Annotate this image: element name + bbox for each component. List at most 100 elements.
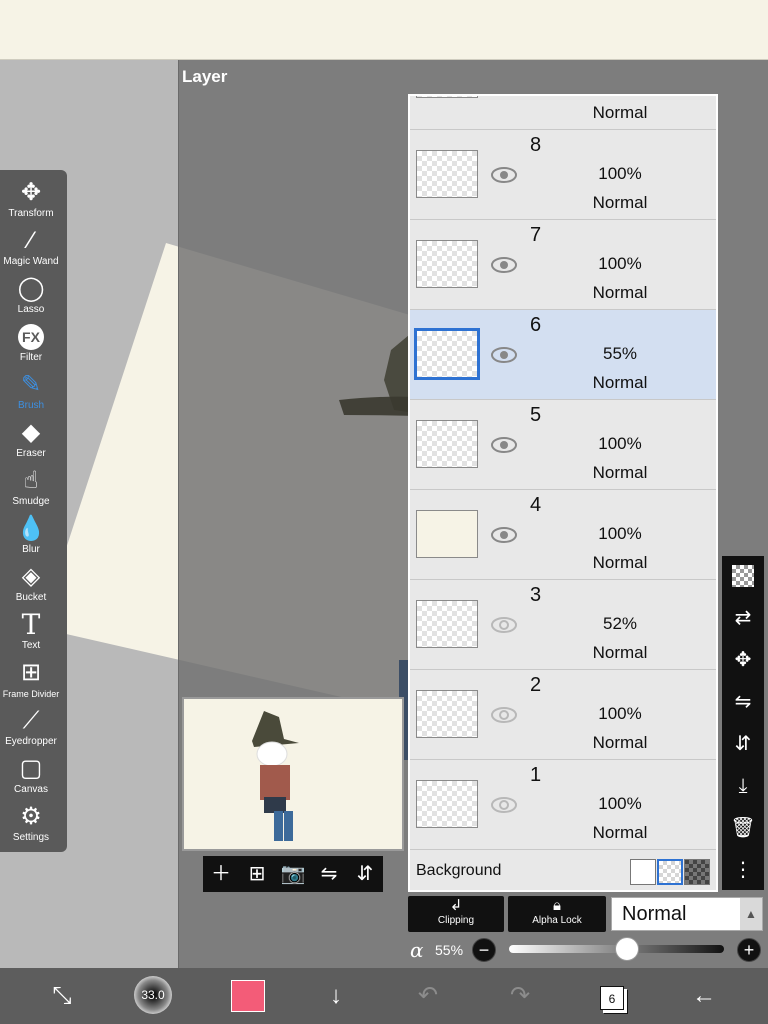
- panel-title: Layer: [182, 67, 228, 86]
- layer-thumbnail: [416, 240, 478, 288]
- layer-mode: Normal: [592, 193, 648, 212]
- tool-settings[interactable]: ⚙ Settings: [0, 802, 62, 850]
- back-arrow-icon[interactable]: ←: [684, 976, 724, 1016]
- move-icon[interactable]: ✥: [722, 640, 764, 680]
- smudge-icon: ☝: [23, 467, 39, 494]
- magic-wand-icon: ⁄: [28, 227, 33, 254]
- flip-vertical-icon[interactable]: ⇵: [722, 724, 764, 764]
- layer-row-8[interactable]: 8 100% Normal: [410, 130, 716, 220]
- flip-horizontal-icon[interactable]: ⇋: [722, 682, 764, 722]
- eye-hidden-icon[interactable]: [490, 703, 518, 727]
- eye-hidden-icon[interactable]: [490, 613, 518, 637]
- swap-layers-icon[interactable]: ⇄: [722, 598, 764, 638]
- merge-down-icon[interactable]: ⤓: [722, 766, 764, 806]
- undo-icon[interactable]: ↶: [408, 976, 448, 1016]
- background-label: Background: [416, 862, 502, 879]
- tool-transform[interactable]: ✥ Transform: [0, 178, 62, 226]
- add-layer-button[interactable]: ＋: [203, 856, 239, 892]
- eye-hidden-icon[interactable]: [490, 793, 518, 817]
- layer-opacity: 100%: [598, 254, 642, 273]
- opacity-decrease-button[interactable]: −: [472, 938, 496, 962]
- layer-mode: Normal: [592, 463, 648, 482]
- flip-vertical-icon[interactable]: ⇵: [347, 856, 383, 892]
- preview-artwork: [252, 711, 299, 841]
- layer-row-1[interactable]: 1 100% Normal: [410, 760, 716, 850]
- layer-row-3[interactable]: 3 52% Normal: [410, 580, 716, 670]
- tool-smudge[interactable]: ☝ Smudge: [0, 466, 62, 514]
- move-icon: ✥: [20, 179, 42, 206]
- tool-label: Eyedropper: [5, 736, 57, 747]
- layer-number: 7: [530, 224, 542, 246]
- blend-mode-select[interactable]: Normal ▲: [611, 897, 763, 931]
- layer-row-6[interactable]: 6 55% Normal: [410, 310, 716, 400]
- eye-icon[interactable]: [490, 523, 518, 547]
- eye-icon[interactable]: [490, 343, 518, 367]
- alpha-lock-button[interactable]: 🔒︎ Alpha Lock: [508, 896, 606, 932]
- tool-bucket[interactable]: ◈ Bucket: [0, 562, 62, 610]
- eye-icon[interactable]: [490, 433, 518, 457]
- opacity-increase-button[interactable]: +: [737, 938, 761, 962]
- tool-canvas[interactable]: ▢ Canvas: [0, 754, 62, 802]
- eye-icon[interactable]: [490, 163, 518, 187]
- drop-icon: 💧: [16, 515, 46, 542]
- color-swatch-button[interactable]: [228, 976, 268, 1016]
- checker-icon[interactable]: [722, 556, 764, 596]
- layer-actions-toolbar: ⇄ ✥ ⇋ ⇵ ⤓ 🗑︎ ⋮: [722, 556, 764, 890]
- background-transparent-swatch[interactable]: [657, 859, 683, 885]
- tool-label: Canvas: [14, 784, 48, 795]
- tool-label: Blur: [22, 544, 40, 555]
- layer-mode: Normal: [592, 643, 648, 662]
- layer-count-badge: 6: [600, 986, 624, 1010]
- layer-row-2[interactable]: 2 100% Normal: [410, 670, 716, 760]
- layers-button[interactable]: 6: [592, 976, 632, 1016]
- tool-label: Smudge: [12, 496, 50, 507]
- clipping-button[interactable]: ↲ Clipping: [408, 896, 504, 932]
- layer-row-5[interactable]: 5 100% Normal: [410, 400, 716, 490]
- canvas-icon: ▢: [19, 755, 43, 782]
- tool-magic-wand[interactable]: ⁄ Magic Wand: [0, 226, 62, 274]
- more-vertical-icon[interactable]: ⋮: [722, 850, 764, 890]
- tool-eraser[interactable]: ◆ Eraser: [0, 418, 62, 466]
- flip-horizontal-icon[interactable]: ⇋: [311, 856, 347, 892]
- tool-label: Bucket: [15, 592, 47, 603]
- brush-size-button[interactable]: 33.0: [134, 976, 174, 1016]
- layer-number: 8: [530, 134, 542, 156]
- layer-row-partial[interactable]: Normal: [410, 96, 716, 130]
- eyedropper-icon: ⟋: [22, 707, 40, 734]
- transform-icon[interactable]: ⤡: [42, 976, 82, 1016]
- opacity-slider-knob[interactable]: [615, 937, 640, 961]
- lock-icon: 🔒︎: [553, 897, 561, 914]
- tool-label: Transform: [8, 208, 54, 219]
- tool-label: Brush: [17, 400, 45, 411]
- tool-text[interactable]: T Text: [0, 610, 62, 658]
- tool-brush[interactable]: ✎ Brush: [0, 370, 62, 418]
- tool-label: Eraser: [16, 448, 46, 459]
- trash-icon[interactable]: 🗑︎: [722, 808, 764, 848]
- redo-icon[interactable]: ↷: [500, 976, 540, 1016]
- add-copy-layer-button[interactable]: ⊞: [239, 856, 275, 892]
- layer-thumbnail: [416, 150, 478, 198]
- lasso-icon: ◯: [17, 275, 45, 302]
- clipping-icon: ↲: [449, 897, 463, 914]
- background-row[interactable]: Background: [410, 852, 716, 890]
- gear-icon: ⚙: [20, 803, 42, 830]
- arrow-down-icon[interactable]: ↓: [316, 976, 356, 1016]
- layer-row-4[interactable]: 4 100% Normal: [410, 490, 716, 580]
- layer-number: 4: [530, 494, 542, 516]
- tool-filter[interactable]: FX Filter: [0, 322, 62, 370]
- layer-thumbnail: [414, 328, 480, 380]
- background-white-swatch[interactable]: [630, 859, 656, 885]
- tool-frame-divider[interactable]: ⊞ Frame Divider: [0, 658, 62, 706]
- camera-icon[interactable]: 📷: [275, 856, 311, 892]
- eye-icon[interactable]: [490, 253, 518, 277]
- tool-blur[interactable]: 💧 Blur: [0, 514, 62, 562]
- layer-row-7[interactable]: 7 100% Normal: [410, 220, 716, 310]
- color-swatch: [231, 980, 265, 1012]
- background-dark-swatch[interactable]: [684, 859, 710, 885]
- layer-mode: Normal: [592, 103, 648, 122]
- tool-lasso[interactable]: ◯ Lasso: [0, 274, 62, 322]
- layer-mode: Normal: [592, 733, 648, 752]
- layer-thumbnail: [416, 600, 478, 648]
- layer-opacity: 100%: [598, 794, 642, 813]
- tool-eyedropper[interactable]: ⟋ Eyedropper: [0, 706, 62, 754]
